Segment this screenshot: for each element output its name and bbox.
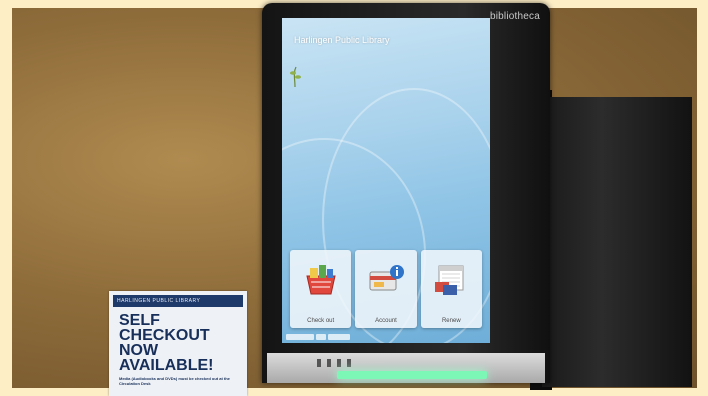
checkout-tile-label: Check out bbox=[307, 318, 335, 324]
sign-headline-line: NOW bbox=[119, 342, 159, 359]
renew-tile-label: Renew bbox=[441, 318, 461, 324]
renew-tile[interactable]: Renew bbox=[420, 250, 482, 328]
base-slot bbox=[317, 359, 321, 367]
checkout-tile[interactable]: Check out bbox=[290, 250, 352, 328]
sign-header: HARLINGEN PUBLIC LIBRARY bbox=[113, 295, 243, 307]
base-glow-light bbox=[337, 371, 487, 379]
language-bar bbox=[286, 332, 486, 341]
kiosk-screen: Harlingen Public Library Check out Accou… bbox=[282, 18, 490, 343]
screen-title: Harlingen Public Library bbox=[294, 35, 390, 45]
kiosk-brand-label: bibliotheca bbox=[489, 11, 540, 22]
account-tile-label: Account bbox=[375, 318, 397, 324]
sign-headline: SELF CHECKOUT NOW AVAILABLE! bbox=[119, 312, 247, 374]
action-tiles: Check out Account Renew bbox=[290, 250, 482, 328]
account-tile[interactable]: Account bbox=[355, 250, 417, 328]
dark-cabinet bbox=[542, 97, 692, 387]
self-checkout-kiosk: bibliotheca Harlingen Public Library Che… bbox=[262, 3, 550, 383]
sign-headline-line: AVAILABLE! bbox=[119, 357, 214, 374]
self-checkout-sign: HARLINGEN PUBLIC LIBRARY SELF CHECKOUT N… bbox=[109, 291, 247, 396]
base-slot bbox=[337, 359, 341, 367]
checkout-basket-icon bbox=[306, 265, 336, 295]
base-slot bbox=[327, 359, 331, 367]
language-button[interactable] bbox=[316, 333, 326, 340]
account-info-icon bbox=[369, 265, 404, 291]
sign-subtext: Media (Audiobooks and DVDs) must be chec… bbox=[119, 376, 230, 386]
kiosk-base bbox=[267, 353, 545, 383]
language-button[interactable] bbox=[328, 333, 350, 340]
renew-calendar-icon bbox=[435, 265, 464, 295]
leaf-sprig-icon bbox=[290, 66, 301, 87]
language-button[interactable] bbox=[286, 333, 314, 340]
sign-headline-line: CHECKOUT bbox=[119, 327, 210, 344]
sign-headline-line: SELF bbox=[119, 312, 160, 329]
base-slot bbox=[347, 359, 351, 367]
